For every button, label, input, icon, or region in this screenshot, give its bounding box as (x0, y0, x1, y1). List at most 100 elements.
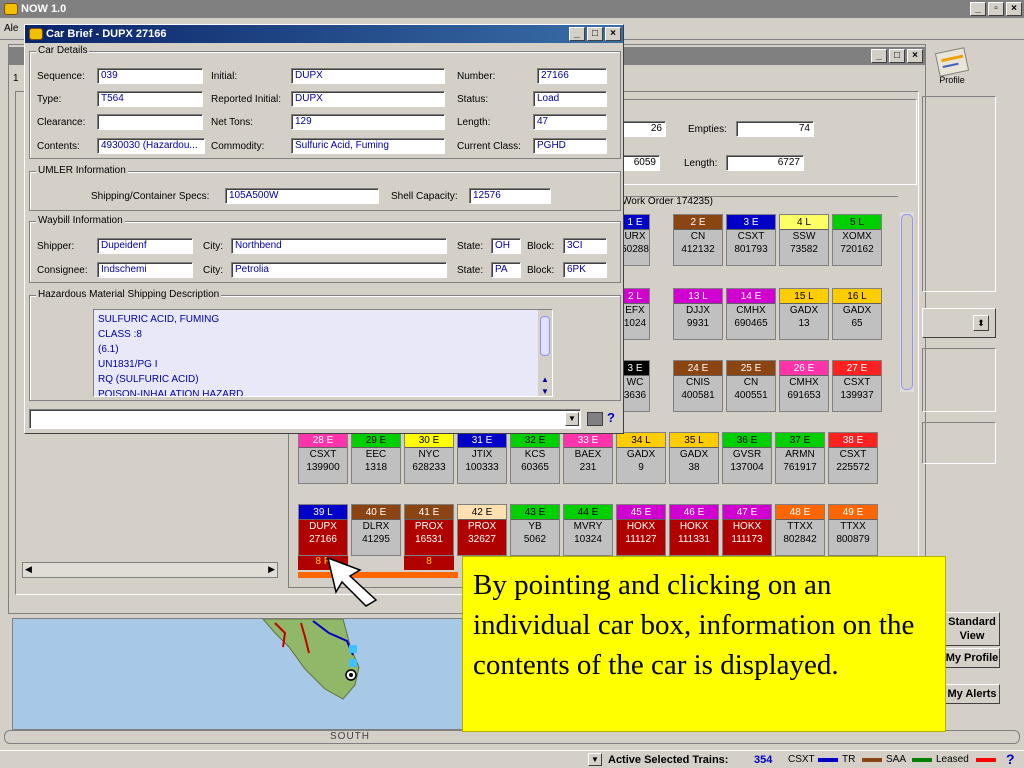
car-box[interactable]: 49 E TTXX 800879 (828, 504, 878, 556)
consignee-city-field[interactable]: Petrolia (231, 262, 447, 278)
hazmat-textarea[interactable]: SULFURIC ACID, FUMING CLASS :8 (6.1) UN1… (93, 309, 553, 397)
shipper-state-field[interactable]: OH (491, 238, 521, 254)
initial-field[interactable]: DUPX (291, 68, 445, 84)
consignee-field[interactable]: Indschemi (97, 262, 193, 278)
help-button[interactable]: ? (607, 410, 621, 426)
car-box[interactable]: 28 E CSXT 139900 (298, 432, 348, 484)
clearance-field[interactable] (97, 114, 203, 130)
shipper-label: Shipper: (37, 241, 75, 252)
menu-item-alerts[interactable]: Ale (4, 23, 18, 34)
car-box[interactable]: 5 L XOMX 720162 (832, 214, 882, 266)
commodity-field[interactable]: Sulfuric Acid, Fuming (291, 138, 445, 154)
hscroll-left-icon[interactable]: ◀ (25, 564, 32, 575)
car-box[interactable]: 16 L GADX 65 (832, 288, 882, 340)
hazmat-scroll-down-icon[interactable]: ▼ (538, 384, 552, 396)
view-select-arrow-icon[interactable]: ⬍ (973, 315, 989, 331)
car-box[interactable]: 15 L GADX 13 (779, 288, 829, 340)
car-box[interactable]: 34 L GADX 9 (616, 432, 666, 484)
train-restore-button[interactable]: □ (889, 49, 905, 63)
car-box[interactable]: 14 E CMHX 690465 (726, 288, 776, 340)
print-icon[interactable] (587, 412, 603, 426)
car-box-header: 49 E (829, 505, 877, 520)
car-brief-maximize-button[interactable]: □ (587, 27, 603, 41)
train-minimize-button[interactable]: _ (871, 49, 887, 63)
cars-scrollbar-thumb[interactable] (901, 214, 913, 390)
car-box[interactable]: 1 E URX 50288 (620, 214, 650, 266)
hazmat-line: POISON-INHALATION HAZARD (98, 389, 244, 397)
specs-field[interactable]: 105A500W (225, 188, 379, 204)
reported-initial-field[interactable]: DUPX (291, 91, 445, 107)
length-field[interactable]: 47 (533, 114, 607, 130)
restore-button[interactable]: ▫ (988, 2, 1004, 16)
car-box[interactable]: 35 L GADX 38 (669, 432, 719, 484)
cars-scrollbar[interactable] (900, 212, 914, 392)
car-box[interactable]: 13 L DJJX 9931 (673, 288, 723, 340)
car-box[interactable]: 25 E CN 400551 (726, 360, 776, 412)
my-alerts-button[interactable]: My Alerts (944, 684, 1000, 704)
car-box[interactable]: 3 E WC 3636 (620, 360, 650, 412)
car-brief-minimize-button[interactable]: _ (569, 27, 585, 41)
profile-button[interactable]: Profile (930, 47, 974, 92)
car-box[interactable]: 45 E HOKX 111127 (616, 504, 666, 556)
car-box[interactable]: 48 E TTXX 802842 (775, 504, 825, 556)
status-help-button[interactable]: ? (1006, 751, 1015, 767)
car-box[interactable]: 33 E BAEX 231 (563, 432, 613, 484)
car-box[interactable]: 44 E MVRY 10324 (563, 504, 613, 556)
type-field[interactable]: T564 (97, 91, 203, 107)
close-button[interactable]: × (1006, 2, 1022, 16)
car-box[interactable]: 38 E CSXT 225572 (828, 432, 878, 484)
car-box[interactable]: 4 L SSW 73582 (779, 214, 829, 266)
shipper-field[interactable]: Dupeidenf (97, 238, 193, 254)
contents-field[interactable]: 4930030 (Hazardou... (97, 138, 205, 154)
right-panel-mid (922, 348, 996, 412)
bottom-combo-arrow-icon[interactable]: ▼ (565, 412, 579, 426)
consignee-label: Consignee: (37, 265, 88, 276)
hazmat-scrollbar-thumb[interactable] (540, 316, 550, 356)
car-box[interactable]: 31 E JTIX 100333 (457, 432, 507, 484)
car-box-number: 27166 (309, 534, 337, 545)
car-box[interactable]: 41 E PROX 16531 (404, 504, 454, 556)
car-box[interactable]: 47 E HOKX 111173 (722, 504, 772, 556)
car-box[interactable]: 26 E CMHX 691653 (779, 360, 829, 412)
current-class-field[interactable]: PGHD (533, 138, 607, 154)
car-box[interactable]: 46 E HOKX 111331 (669, 504, 719, 556)
train-tab[interactable]: 1 (13, 73, 19, 84)
shipper-block-field[interactable]: 3CI (563, 238, 607, 254)
car-box[interactable]: 27 E CSXT 139937 (832, 360, 882, 412)
net-tons-field[interactable]: 129 (291, 114, 445, 130)
minimize-button[interactable]: _ (970, 2, 986, 16)
my-profile-button[interactable]: My Profile (944, 648, 1000, 668)
train-close-button[interactable]: × (907, 49, 923, 63)
car-brief-close-button[interactable]: × (605, 27, 621, 41)
car-box[interactable]: 3 E CSXT 801793 (726, 214, 776, 266)
consignee-block-field[interactable]: 6PK (563, 262, 607, 278)
sequence-field[interactable]: 039 (97, 68, 203, 84)
car-box[interactable]: 39 L DUPX 27166 (298, 504, 348, 556)
car-brief-title-bar[interactable]: Car Brief - DUPX 27166 _ □ × (25, 25, 623, 43)
car-box[interactable]: 2 L EFX 1024 (620, 288, 650, 340)
hazmat-scrollbar[interactable]: ▲ ▼ (538, 310, 552, 396)
car-box[interactable]: 30 E NYC 628233 (404, 432, 454, 484)
number-field[interactable]: 27166 (537, 68, 607, 84)
car-box[interactable]: 32 E KCS 60365 (510, 432, 560, 484)
standard-view-button[interactable]: Standard View (944, 612, 1000, 646)
car-box[interactable]: 40 E DLRX 41295 (351, 504, 401, 556)
car-box[interactable]: 29 E EEC 1318 (351, 432, 401, 484)
status-field[interactable]: Load (533, 91, 607, 107)
car-grid-hscroll[interactable]: ◀ ▶ (22, 562, 278, 578)
car-box[interactable]: 43 E YB 5062 (510, 504, 560, 556)
view-select[interactable]: ⬍ (922, 308, 996, 338)
car-box[interactable]: 42 E PROX 32627 (457, 504, 507, 556)
status-dropdown-arrow-icon[interactable]: ▼ (588, 753, 602, 766)
shipper-city-field[interactable]: Northbend (231, 238, 447, 254)
shell-capacity-field[interactable]: 12576 (469, 188, 551, 204)
map-hscroll[interactable] (4, 730, 1020, 744)
consignee-state-field[interactable]: PA (491, 262, 521, 278)
car-box[interactable]: 24 E CNIS 400581 (673, 360, 723, 412)
bottom-combo[interactable] (29, 409, 581, 429)
hscroll-right-icon[interactable]: ▶ (268, 564, 275, 575)
car-box-number: 13 (798, 318, 810, 329)
car-box[interactable]: 2 E CN 412132 (673, 214, 723, 266)
car-box[interactable]: 37 E ARMN 761917 (775, 432, 825, 484)
car-box[interactable]: 36 E GVSR 137004 (722, 432, 772, 484)
